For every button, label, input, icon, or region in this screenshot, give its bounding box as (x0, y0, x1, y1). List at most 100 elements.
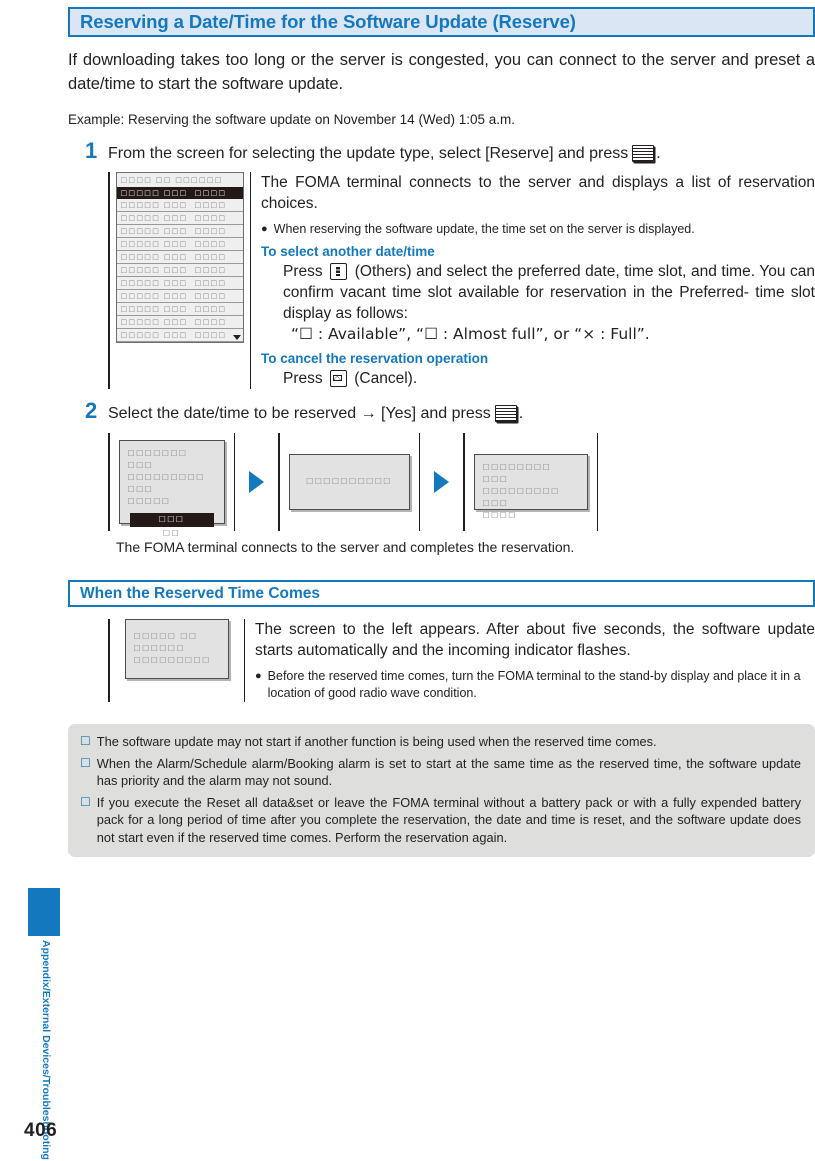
flow-diagram: ☐☐☐☐☐☐☐ ☐☐☐ ☐☐☐☐☐☐☐☐☐ ☐☐☐ ☐☐☐☐☐ ☐☐☐ ☐☐ ☐… (108, 433, 815, 538)
step-2-number: 2 (85, 398, 98, 423)
reserved-line-2: ☐☐☐☐☐☐☐☐☐ (133, 656, 211, 665)
subsection-1-body-text: (Others) and select the preferred date, … (283, 263, 815, 322)
phone-screen-confirm-reservation: ☐☐☐☐☐☐☐ ☐☐☐ ☐☐☐☐☐☐☐☐☐ ☐☐☐ ☐☐☐☐☐ ☐☐☐ ☐☐ (118, 440, 225, 538)
section-bullet: ● Before the reserved time comes, turn t… (255, 668, 815, 702)
step-1-instruction-period: . (656, 145, 661, 162)
subhead-select-another-datetime: To select another date/time (261, 244, 435, 259)
figure-rule-right (243, 619, 245, 702)
section-explanation-text: The screen to the left appears. After ab… (255, 621, 815, 659)
step-1-bullet: ● When reserving the software update, th… (261, 221, 815, 238)
step-1: 1 From the screen for selecting the upda… (68, 138, 815, 389)
section-figure-and-text: ☐☐☐☐☐ ☐☐ ☐☐☐☐☐☐ ☐☐☐☐☐☐☐☐☐ The screen to … (108, 619, 815, 702)
phone-list-row: ☐☐☐☐☐ ☐☐☐ ☐☐☐☐ (116, 303, 243, 316)
figure-rule-right (596, 433, 598, 531)
confirm-line-2: ☐☐☐☐☐☐☐☐☐ ☐☐☐ (127, 473, 205, 494)
confirm-line-1: ☐☐☐☐☐☐☐ ☐☐☐ (127, 449, 188, 470)
select-key-icon (494, 405, 517, 422)
section-explanation: The screen to the left appears. After ab… (255, 619, 815, 702)
mail-key-icon (329, 370, 347, 388)
notes-box: ☐ The software update may not start if a… (68, 724, 815, 857)
phone-list-row: ☐☐☐☐☐ ☐☐☐ ☐☐☐☐ (116, 277, 243, 290)
complete-line-3: ☐☐☐☐ (482, 511, 517, 520)
step-1-figure-and-text: ☐☐☐☐ ☐☐ ☐☐☐☐☐☐ ☐☐☐☐☐ ☐☐☐ ☐☐☐☐ ☐☐☐☐☐ ☐☐☐ … (108, 172, 815, 389)
phone-list-row: ☐☐☐☐☐ ☐☐☐ ☐☐☐☐ (116, 264, 243, 277)
reserved-line-1: ☐☐☐☐☐ ☐☐ ☐☐☐☐☐☐ (133, 632, 198, 653)
phone-list-row: ☐☐☐☐☐ ☐☐☐ ☐☐☐☐ (116, 316, 243, 329)
figure-rule-right (249, 172, 251, 389)
step-2-caption: The FOMA terminal connects to the server… (116, 539, 575, 555)
phone-list-row: ☐☐☐☐☐ ☐☐☐ ☐☐☐☐ (116, 225, 243, 238)
subhead-cancel-reservation: To cancel the reservation operation (261, 351, 489, 366)
phone-screen-reservation-list: ☐☐☐☐ ☐☐ ☐☐☐☐☐☐ ☐☐☐☐☐ ☐☐☐ ☐☐☐☐ ☐☐☐☐☐ ☐☐☐ … (115, 172, 244, 343)
subsection-1-body: Press (Others) and select the preferred … (283, 261, 815, 324)
subsection-2-press-label: Press (283, 370, 323, 387)
page-number: 406 (24, 1120, 58, 1141)
select-key-icon (632, 145, 655, 162)
confirm-line-3: ☐☐☐☐☐ (127, 497, 171, 506)
subsection-2-body-text: (Cancel). (354, 370, 418, 387)
figure-rule-left (108, 619, 110, 702)
phone-screen-titlebar: ☐☐☐☐ ☐☐ ☐☐☐☐☐☐ (120, 176, 223, 185)
figure-rule-left (108, 172, 110, 389)
note-marker-icon: ☐ (80, 734, 91, 748)
phone-list-row: ☐☐☐☐☐ ☐☐☐ ☐☐☐☐ (116, 212, 243, 225)
flow-arrow-icon (434, 471, 449, 493)
flow-cell-3: ☐☐☐☐☐☐☐☐ ☐☐☐ ☐☐☐☐☐☐☐☐☐ ☐☐☐ ☐☐☐☐ (465, 433, 597, 531)
note-item-text: The software update may not start if ano… (96, 734, 657, 749)
chapter-heading-bar: Reserving a Date/Time for the Software U… (68, 7, 815, 37)
note-marker-icon: ☐ (80, 755, 91, 770)
step-1-explanation-text: The FOMA terminal connects to the server… (261, 174, 815, 212)
step-2-instruction: Select the date/time to be reserved → [Y… (108, 403, 815, 424)
flow-arrow-2 (420, 433, 463, 531)
phone-screen-reservation-complete: ☐☐☐☐☐☐☐☐ ☐☐☐ ☐☐☐☐☐☐☐☐☐ ☐☐☐ ☐☐☐☐ (473, 454, 588, 520)
flow-cell-2: ☐☐☐☐☐☐☐☐☐☐ (280, 433, 419, 531)
subsection-1-press-label: Press (283, 263, 323, 280)
phone-list-row: ☐☐☐☐☐ ☐☐☐ ☐☐☐☐ (116, 290, 243, 303)
note-item: ☐ If you execute the Reset all data&set … (80, 794, 801, 847)
connecting-line-1: ☐☐☐☐☐☐☐☐☐☐ (306, 477, 392, 486)
phone-list-row: ☐☐☐☐☐ ☐☐☐ ☐☐☐☐ (116, 238, 243, 251)
chapter-title: Reserving a Date/Time for the Software U… (80, 11, 576, 32)
page-content: Reserving a Date/Time for the Software U… (68, 0, 815, 857)
subsection-1-symbol-legend: “☐ : Available”, “☐ : Almost full”, or “… (291, 325, 650, 343)
note-item: ☐ The software update may not start if a… (80, 733, 801, 751)
section-figure-cell: ☐☐☐☐☐ ☐☐ ☐☐☐☐☐☐ ☐☐☐☐☐☐☐☐☐ (116, 619, 238, 679)
phone-list-row: ☐☐☐☐☐ ☐☐☐ ☐☐☐☐ (116, 329, 243, 342)
complete-line-1: ☐☐☐☐☐☐☐☐ ☐☐☐ (482, 463, 552, 484)
step-1-instruction-text: From the screen for selecting the update… (108, 145, 629, 162)
flow-arrow-icon (249, 471, 264, 493)
step-2-flow-figure: ☐☐☐☐☐☐☐ ☐☐☐ ☐☐☐☐☐☐☐☐☐ ☐☐☐ ☐☐☐☐☐ ☐☐☐ ☐☐ ☐… (108, 433, 815, 557)
subsection-2-body: Press (Cancel). (283, 368, 815, 389)
section-heading-bar: When the Reserved Time Comes (68, 580, 815, 607)
phone-list-row-selected: ☐☐☐☐☐ ☐☐☐ ☐☐☐☐ (116, 187, 243, 199)
phone-screen-connecting: ☐☐☐☐☐☐☐☐☐☐ (288, 454, 410, 510)
phone-list-row: ☐☐☐☐☐ ☐☐☐ ☐☐☐☐ (116, 199, 243, 212)
confirm-yes-option: ☐☐☐ (129, 513, 214, 527)
complete-line-2: ☐☐☐☐☐☐☐☐☐ ☐☐☐ (482, 487, 560, 508)
bullet-dot-icon: ● (261, 223, 268, 235)
intro-paragraph: If downloading takes too long or the ser… (68, 51, 815, 93)
note-marker-icon: ☐ (80, 794, 91, 809)
step-2-instruction-period: . (518, 405, 524, 422)
note-item: ☐ When the Alarm/Schedule alarm/Booking … (80, 755, 801, 790)
step-1-explanation: The FOMA terminal connects to the server… (261, 172, 815, 389)
section-title: When the Reserved Time Comes (80, 584, 321, 602)
step-2: 2 Select the date/time to be reserved → … (68, 398, 815, 557)
scroll-down-caret-icon (232, 335, 241, 340)
phone-list-row: ☐☐☐☐☐ ☐☐☐ ☐☐☐☐ (116, 251, 243, 264)
note-item-text: If you execute the Reset all data&set or… (96, 794, 801, 845)
section-bullet-text: Before the reserved time comes, turn the… (267, 669, 801, 700)
example-line: Example: Reserving the software update o… (68, 112, 515, 127)
running-head: Appendix/External Devices/Troubleshootin… (40, 940, 52, 1160)
step-2-instruction-text: Select the date/time to be reserved → [Y… (108, 405, 491, 422)
flow-cell-1: ☐☐☐☐☐☐☐ ☐☐☐ ☐☐☐☐☐☐☐☐☐ ☐☐☐ ☐☐☐☐☐ ☐☐☐ ☐☐ (110, 433, 234, 538)
note-item-text: When the Alarm/Schedule alarm/Booking al… (96, 755, 801, 789)
step-1-instruction: From the screen for selecting the update… (108, 143, 815, 164)
step-1-bullet-text: When reserving the software update, the … (273, 222, 695, 236)
flow-arrow-1 (235, 433, 278, 531)
bullet-dot-icon: ● (255, 670, 262, 682)
section-thumb-tab (28, 888, 60, 936)
others-key-icon (330, 263, 348, 281)
phone-screen-reserved-time: ☐☐☐☐☐ ☐☐ ☐☐☐☐☐☐ ☐☐☐☐☐☐☐☐☐ (124, 619, 229, 679)
step-1-number: 1 (85, 138, 98, 163)
